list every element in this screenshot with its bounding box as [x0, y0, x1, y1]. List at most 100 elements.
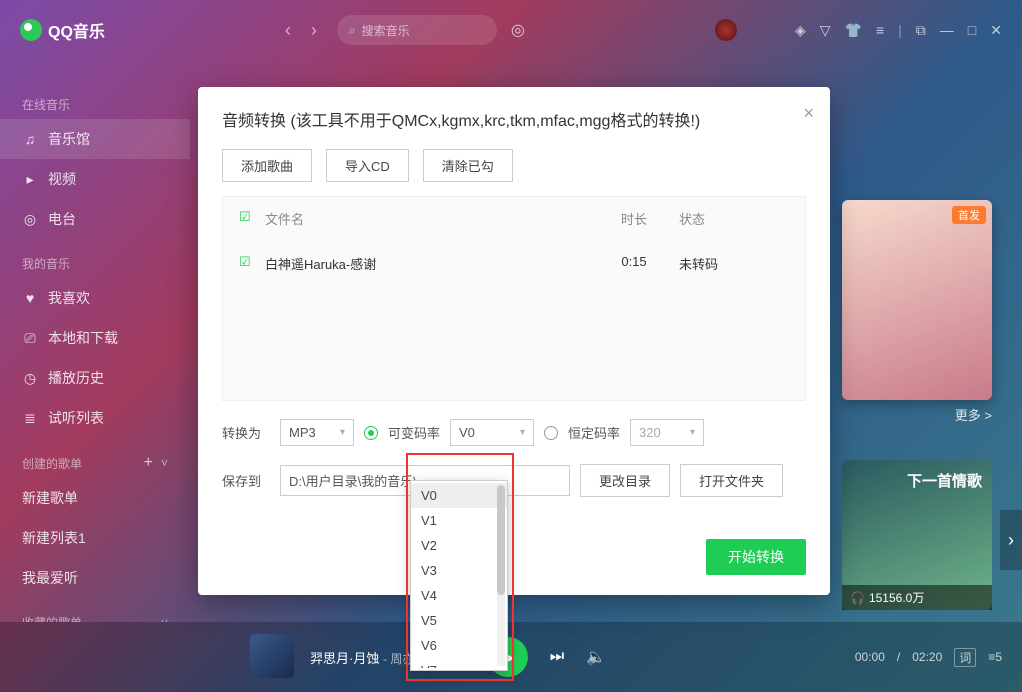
cbr-label[interactable]: 恒定码率: [568, 423, 620, 442]
sidebar-item-label: 本地和下载: [48, 328, 118, 348]
message-icon[interactable]: ▽: [820, 22, 831, 39]
row-filename: 白神遥Haruka-感谢: [265, 254, 589, 273]
row-checkbox[interactable]: ☑: [239, 254, 259, 273]
format-select[interactable]: MP3▾: [280, 419, 354, 446]
vbr-dropdown: V0 V1 V2 V3 V4 V5 V6 V7: [410, 480, 508, 671]
dropdown-option[interactable]: V6: [411, 633, 507, 658]
more-link[interactable]: 更多 >: [955, 405, 992, 424]
video-icon: ▸: [22, 171, 38, 187]
dropdown-option[interactable]: V1: [411, 508, 507, 533]
import-cd-button[interactable]: 导入CD: [326, 149, 409, 182]
nav-back-icon[interactable]: ‹: [285, 20, 291, 41]
heart-icon: ♥: [22, 290, 38, 306]
add-song-button[interactable]: 添加歌曲: [222, 149, 312, 182]
carousel-next-icon[interactable]: ›: [1000, 510, 1022, 570]
clock-icon: ◷: [22, 370, 38, 386]
sidebar-playlist-item[interactable]: 新建歌单: [0, 478, 190, 518]
song-title[interactable]: 羿思月·月蚀: [310, 651, 379, 666]
sidebar-item-label: 音乐馆: [48, 129, 90, 149]
sidebar-item-label: 试听列表: [48, 408, 104, 428]
modal-title: 音频转换 (该工具不用于QMCx,kgmx,krc,tkm,mfac,mgg格式…: [222, 107, 806, 131]
add-playlist-icon[interactable]: +: [144, 454, 153, 472]
dropdown-option[interactable]: V5: [411, 608, 507, 633]
save-to-label: 保存到: [222, 471, 270, 490]
col-duration: 时长: [589, 209, 679, 228]
sidebar-item-label: 新建列表1: [22, 528, 86, 548]
sidebar-section-created: 创建的歌单 + ˅: [0, 448, 190, 478]
app-logo[interactable]: QQ音乐: [20, 18, 105, 42]
list-icon: ≣: [22, 410, 38, 426]
sidebar-item-favorites[interactable]: ♥ 我喜欢: [0, 278, 190, 318]
row-duration: 0:15: [589, 254, 679, 273]
lyrics-button[interactable]: 词: [954, 648, 976, 667]
maximize-icon[interactable]: □: [968, 22, 976, 38]
menu-icon[interactable]: ≡: [876, 22, 884, 38]
dropdown-option[interactable]: V7: [411, 658, 507, 668]
monitor-icon: ⎚: [22, 330, 38, 346]
search-placeholder: 搜索音乐: [362, 22, 410, 39]
modal-close-icon[interactable]: ×: [803, 103, 814, 124]
time-current: 00:00: [855, 650, 885, 664]
vbr-radio[interactable]: [364, 426, 378, 440]
dropdown-scrollbar-thumb[interactable]: [497, 485, 505, 595]
album-card[interactable]: 首发: [842, 200, 992, 400]
minimize-icon[interactable]: —: [940, 22, 954, 38]
row-status: 未转码: [679, 254, 789, 273]
sidebar-item-label: 播放历史: [48, 368, 104, 388]
col-status: 状态: [679, 209, 789, 228]
dropdown-option[interactable]: V4: [411, 583, 507, 608]
playlist-card[interactable]: 下一首情歌 🎧 15156.0万: [842, 460, 992, 610]
select-all-checkbox[interactable]: ☑: [239, 209, 259, 228]
col-filename: 文件名: [265, 209, 589, 228]
start-convert-button[interactable]: 开始转换: [706, 539, 806, 575]
sidebar-playlist-item[interactable]: 新建列表1: [0, 518, 190, 558]
sidebar-item-video[interactable]: ▸ 视频: [0, 159, 190, 199]
sidebar-item-trial[interactable]: ≣ 试听列表: [0, 398, 190, 438]
sidebar-item-music-hall[interactable]: ♫ 音乐馆: [0, 119, 190, 159]
mini-mode-icon[interactable]: ⧉: [916, 22, 926, 39]
skin-icon[interactable]: 👕: [845, 22, 862, 39]
next-track-icon[interactable]: ⏭: [550, 648, 564, 666]
sidebar-item-radio[interactable]: ◎ 电台: [0, 199, 190, 239]
user-avatar[interactable]: [715, 19, 737, 41]
vip-icon[interactable]: ◈: [795, 22, 806, 39]
search-input[interactable]: ⌕ 搜索音乐: [337, 15, 497, 45]
sidebar-item-label: 新建歌单: [22, 488, 78, 508]
music-icon: ♫: [22, 131, 38, 147]
sidebar-item-label: 视频: [48, 169, 76, 189]
dropdown-option[interactable]: V2: [411, 533, 507, 558]
queue-button[interactable]: ≡5: [988, 650, 1002, 664]
player-bar: 羿思月·月蚀 - 周亦… ⇄ ⏮ ▶ ⏭ 🔈 00:00/02:20 词 ≡5: [0, 622, 1022, 692]
chevron-down-icon: ▾: [690, 427, 695, 438]
cbr-select[interactable]: 320▾: [630, 419, 704, 446]
cbr-radio[interactable]: [544, 426, 558, 440]
change-dir-button[interactable]: 更改目录: [580, 464, 670, 497]
nav-forward-icon[interactable]: ›: [311, 20, 317, 41]
sidebar-item-local[interactable]: ⎚ 本地和下载: [0, 318, 190, 358]
song-cover[interactable]: [250, 634, 294, 678]
time-total: 02:20: [912, 650, 942, 664]
file-table: ☑ 文件名 时长 状态 ☑ 白神遥Haruka-感谢 0:15 未转码: [222, 196, 806, 401]
dropdown-option[interactable]: V3: [411, 558, 507, 583]
sidebar-playlist-item[interactable]: 我最爱听: [0, 558, 190, 598]
logo-icon: [20, 19, 42, 41]
clear-checked-button[interactable]: 清除已勾: [423, 149, 513, 182]
open-dir-button[interactable]: 打开文件夹: [680, 464, 783, 497]
file-row[interactable]: ☑ 白神遥Haruka-感谢 0:15 未转码: [223, 240, 805, 287]
vbr-select[interactable]: V0▾: [450, 419, 534, 446]
dropdown-option[interactable]: V0: [411, 483, 507, 508]
close-icon[interactable]: ✕: [990, 22, 1002, 39]
sidebar-item-history[interactable]: ◷ 播放历史: [0, 358, 190, 398]
user-name[interactable]: [751, 20, 781, 40]
app-name: QQ音乐: [48, 18, 105, 42]
chevron-down-icon[interactable]: ˅: [161, 456, 168, 470]
convert-to-label: 转换为: [222, 423, 270, 442]
premiere-badge: 首发: [952, 206, 986, 224]
vbr-label[interactable]: 可变码率: [388, 423, 440, 442]
sidebar-item-label: 我喜欢: [48, 288, 90, 308]
audio-convert-modal: 音频转换 (该工具不用于QMCx,kgmx,krc,tkm,mfac,mgg格式…: [198, 87, 830, 595]
listen-recognize-icon[interactable]: ◎: [511, 20, 525, 40]
radio-icon: ◎: [22, 211, 38, 227]
volume-icon[interactable]: 🔈: [586, 647, 606, 667]
sidebar-item-label: 电台: [48, 209, 76, 229]
